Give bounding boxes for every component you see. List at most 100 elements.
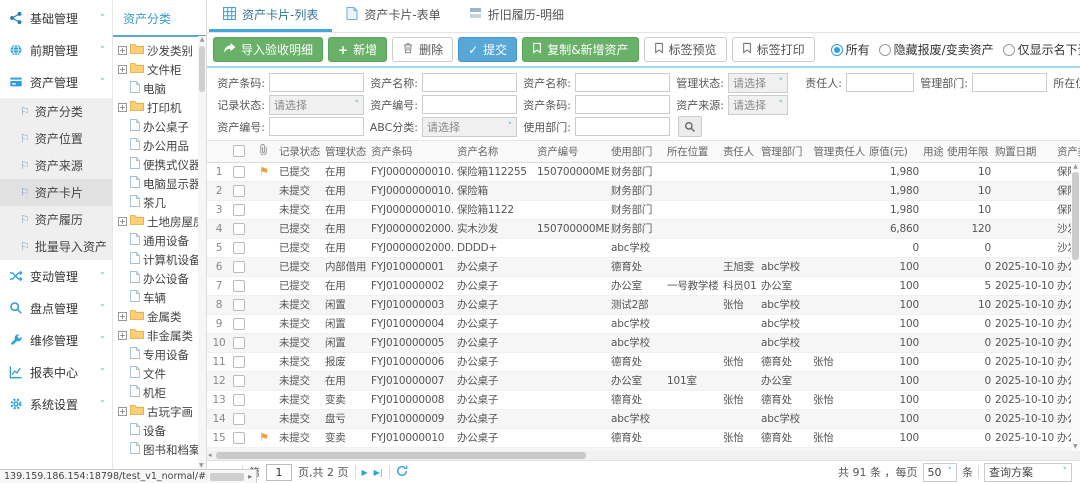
asset-name-input[interactable] (422, 73, 517, 92)
import-acceptance-button[interactable]: 导入验收明细 (213, 37, 323, 62)
tree-expander-icon[interactable]: + (118, 46, 127, 55)
sidebar-item-report-center[interactable]: 报表中心 ˅ (0, 356, 112, 388)
sidebar-item-inventory-mgmt[interactable]: 盘点管理 ˅ (0, 292, 112, 324)
tree-expander-icon[interactable]: + (118, 331, 127, 340)
tree-node[interactable]: + 打印机 (118, 98, 206, 117)
radio-all[interactable]: 所有 (831, 41, 870, 58)
table-row[interactable]: 15 ⚑ 未提交 变卖 FYJ010000010 办公桌子 德育处 张怡 德育处 (207, 428, 1080, 447)
label-preview-button[interactable]: 标签预览 (644, 37, 727, 62)
page-size-select[interactable]: 50˅ (923, 463, 958, 482)
table-row[interactable]: 8 ⚑ 未提交 闲置 FYJ010000003 办公桌子 测试2部 张怡 abc… (207, 295, 1080, 314)
row-checkbox[interactable] (233, 242, 245, 254)
column-header[interactable]: 购置日期 (993, 141, 1055, 162)
tree-node[interactable]: + 非金属类 (118, 326, 206, 345)
tree-node[interactable]: + 办公桌子 (118, 117, 206, 136)
tab-asset-card-form[interactable]: 资产卡片-表单 (332, 0, 454, 32)
sidebar-subitem[interactable]: ⚐ 资产卡片 (0, 179, 112, 206)
grid-vertical-scrollbar[interactable]: ▲▼ (1071, 163, 1080, 451)
row-checkbox[interactable] (233, 299, 245, 311)
copy-add-asset-button[interactable]: 复制&新增资产 (522, 37, 638, 62)
tree-node[interactable]: + 专用设备 (118, 345, 206, 364)
grid-horizontal-scrollbar[interactable]: ◂ (207, 451, 1080, 460)
table-row[interactable]: 13 ⚑ 未提交 变卖 FYJ010000008 办公桌子 德育处 张怡 德育处 (207, 390, 1080, 409)
row-checkbox[interactable] (233, 166, 245, 178)
scroll-right-icon[interactable]: ▸ (248, 472, 252, 481)
column-header[interactable]: 使用年限 (945, 141, 993, 162)
tab-asset-card-list[interactable]: 资产卡片-列表 (209, 0, 332, 32)
table-row[interactable]: 3 ⚑ 未提交 在用 FYJ0000000010... 保险箱1122 财务部门 (207, 200, 1080, 219)
column-header[interactable]: 所在位置 (665, 141, 721, 162)
asset-name-input-2[interactable] (575, 73, 670, 92)
sidebar-item-base-mgmt[interactable]: 基础管理 ˅ (0, 2, 112, 34)
asset-number-input-2[interactable] (269, 117, 364, 136)
asset-barcode-input[interactable] (269, 73, 364, 92)
tree-node[interactable]: + 文件柜 (118, 60, 206, 79)
sidebar-item-system-settings[interactable]: 系统设置 ˅ (0, 388, 112, 420)
sidebar-item-asset-mgmt[interactable]: 资产管理 ˅ (0, 66, 112, 98)
row-checkbox[interactable] (233, 375, 245, 387)
row-checkbox[interactable] (233, 337, 245, 349)
tree-node[interactable]: + 通用设备 (118, 231, 206, 250)
add-button[interactable]: + 新增 (328, 37, 387, 62)
column-header[interactable]: 资产编号 (535, 141, 609, 162)
tree-node[interactable]: + 便携式仪器设备 (118, 155, 206, 174)
tree-node[interactable]: + 计算机设备及配件 (118, 250, 206, 269)
column-header[interactable]: 资产名称 (455, 141, 535, 162)
sidebar-item-change-mgmt[interactable]: 变动管理 ˅ (0, 260, 112, 292)
search-button[interactable] (678, 116, 702, 137)
tree-node[interactable]: + 办公设备 (118, 269, 206, 288)
tree-node[interactable]: + 茶几 (118, 193, 206, 212)
row-checkbox[interactable] (233, 356, 245, 368)
manage-status-select[interactable]: 请选择˅ (728, 73, 788, 93)
column-header[interactable]: 管理状态 (323, 141, 369, 162)
submit-button[interactable]: ✓ 提交 (458, 37, 517, 62)
tree-node[interactable]: + 图书和档案 (118, 440, 206, 455)
tree-expander-icon[interactable]: + (118, 65, 127, 74)
table-row[interactable]: 9 ⚑ 未提交 闲置 FYJ010000004 办公桌子 abc学校 abc学校 (207, 314, 1080, 333)
tree-node[interactable]: + 办公用品 (118, 136, 206, 155)
record-status-select[interactable]: 请选择˅ (269, 95, 364, 115)
row-checkbox[interactable] (233, 185, 245, 197)
asset-barcode-input-2[interactable] (575, 95, 670, 114)
select-all-checkbox[interactable] (233, 145, 245, 157)
asset-number-input[interactable] (422, 95, 517, 114)
tree-node[interactable]: + 电脑显示器 (118, 174, 206, 193)
tree-node[interactable]: + 文件 (118, 364, 206, 383)
delete-button[interactable]: 删除 (392, 37, 453, 62)
tree-node[interactable]: + 古玩字画 (118, 402, 206, 421)
row-checkbox[interactable] (233, 204, 245, 216)
sidebar-subitem[interactable]: ⚐ 批量导入资产 (0, 233, 112, 260)
sidebar-item-pre-mgmt[interactable]: 前期管理 ˅ (0, 34, 112, 66)
tree-expander-icon[interactable]: + (118, 312, 127, 321)
tree-node[interactable]: + 设备 (118, 421, 206, 440)
sidebar-subitem[interactable]: ⚐ 资产履历 (0, 206, 112, 233)
next-page-icon[interactable]: ▶ (362, 468, 368, 477)
table-row[interactable]: 4 ⚑ 已提交 在用 FYJ0000002000... 实木沙发 1507000… (207, 219, 1080, 238)
row-checkbox[interactable] (233, 394, 245, 406)
responsible-person-input[interactable] (846, 73, 914, 92)
sidebar-item-repair-mgmt[interactable]: 维修管理 ˅ (0, 324, 112, 356)
manage-dept-input[interactable] (972, 73, 1047, 92)
row-checkbox[interactable] (233, 413, 245, 425)
row-checkbox[interactable] (233, 261, 245, 273)
tree-node[interactable]: + 电脑 (118, 79, 206, 98)
tree-node[interactable]: + 土地房屋房屋及构 (118, 212, 206, 231)
row-checkbox[interactable] (233, 280, 245, 292)
tree-node[interactable]: + 车辆 (118, 288, 206, 307)
tab-depreciation-history[interactable]: 折旧履历-明细 (455, 0, 578, 32)
last-page-icon[interactable]: ▶| (374, 468, 383, 477)
column-header[interactable]: 使用部门 (609, 141, 665, 162)
radio-only-mine[interactable]: 仅显示名下资产 (1003, 41, 1080, 58)
use-dept-input[interactable] (575, 117, 670, 136)
column-header[interactable]: 资产条码 (369, 141, 455, 162)
table-row[interactable]: 14 ⚑ 未提交 盘亏 FYJ010000009 办公桌子 abc学校 abc学… (207, 409, 1080, 428)
column-header[interactable]: 记录状态 (277, 141, 323, 162)
label-print-button[interactable]: 标签打印 (732, 37, 815, 62)
column-header[interactable]: 用途 (921, 141, 945, 162)
column-header[interactable]: 原值(元) (867, 141, 921, 162)
row-checkbox[interactable] (233, 223, 245, 235)
table-row[interactable]: 7 ⚑ 已提交 在用 FYJ010000002 办公桌子 办公室 一号教学楼 科… (207, 276, 1080, 295)
asset-source-select[interactable]: 请选择˅ (728, 95, 788, 115)
page-number-input[interactable]: 1 (266, 464, 292, 481)
table-row[interactable]: 2 ⚑ 未提交 在用 FYJ0000000010... 保险箱 财务部门 (207, 181, 1080, 200)
